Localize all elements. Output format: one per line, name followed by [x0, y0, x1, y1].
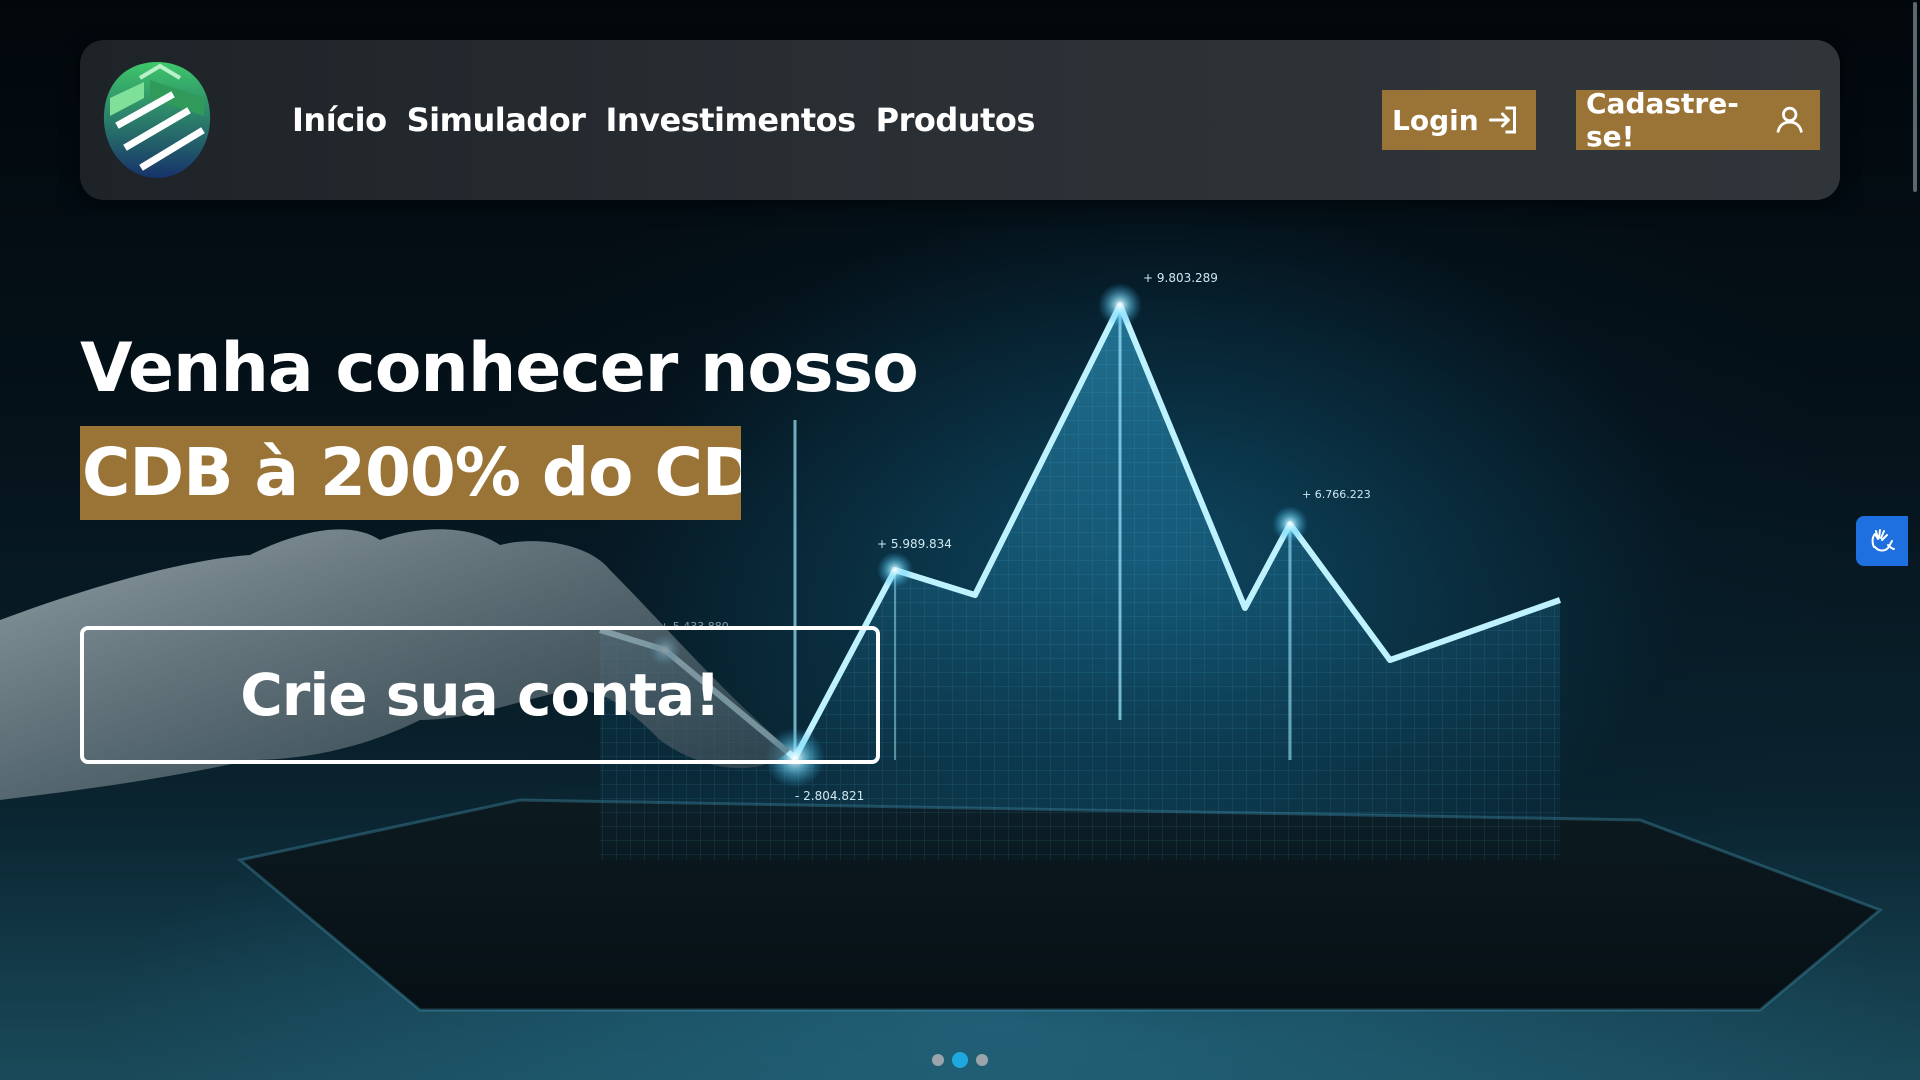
create-account-button[interactable]: Crie sua conta!	[80, 626, 880, 764]
sign-language-icon	[1871, 529, 1895, 552]
chart-node	[1098, 283, 1142, 327]
main-nav: Início Simulador Investimentos Produtos	[292, 40, 1035, 200]
page: + 9.803.289 + 5.989.834 + 6.766.223 - 2.…	[0, 0, 1920, 1080]
signup-button-label: Cadastre-se!	[1586, 87, 1739, 153]
chart-node	[877, 552, 913, 588]
login-button[interactable]: Login	[1382, 90, 1536, 150]
chart-annotation-peak: + 9.803.289	[1143, 271, 1218, 285]
page-scrollbar[interactable]	[1910, 0, 1920, 1080]
nav-link-inicio[interactable]: Início	[292, 101, 387, 139]
carousel-indicators	[932, 1052, 988, 1068]
signup-button[interactable]: Cadastre-se!	[1576, 87, 1820, 153]
nav-link-investimentos[interactable]: Investimentos	[605, 101, 856, 139]
navbar: Início Simulador Investimentos Produtos …	[80, 40, 1840, 200]
brand-logo[interactable]	[100, 58, 214, 182]
nav-link-simulador[interactable]: Simulador	[407, 101, 586, 139]
carousel-dot-2-active[interactable]	[952, 1052, 968, 1068]
hero-headline-line1: Venha conhecer nosso	[80, 329, 919, 408]
chart-node	[1272, 506, 1308, 542]
login-icon	[1489, 106, 1516, 134]
login-button-label: Login	[1392, 103, 1479, 137]
carousel-dot-1[interactable]	[932, 1054, 944, 1066]
user-icon	[1776, 106, 1803, 133]
hero-headline-highlight: CDB à 200% do CDI	[80, 426, 741, 520]
chart-annotation-right: + 6.766.223	[1302, 488, 1371, 501]
chart-annotation-low: - 2.804.821	[795, 789, 864, 803]
accessibility-widget-button[interactable]	[1856, 516, 1908, 566]
carousel-dot-3[interactable]	[976, 1054, 988, 1066]
scrollbar-thumb[interactable]	[1913, 2, 1917, 192]
chart-annotation-mid: + 5.989.834	[877, 537, 952, 551]
nav-link-produtos[interactable]: Produtos	[876, 101, 1036, 139]
